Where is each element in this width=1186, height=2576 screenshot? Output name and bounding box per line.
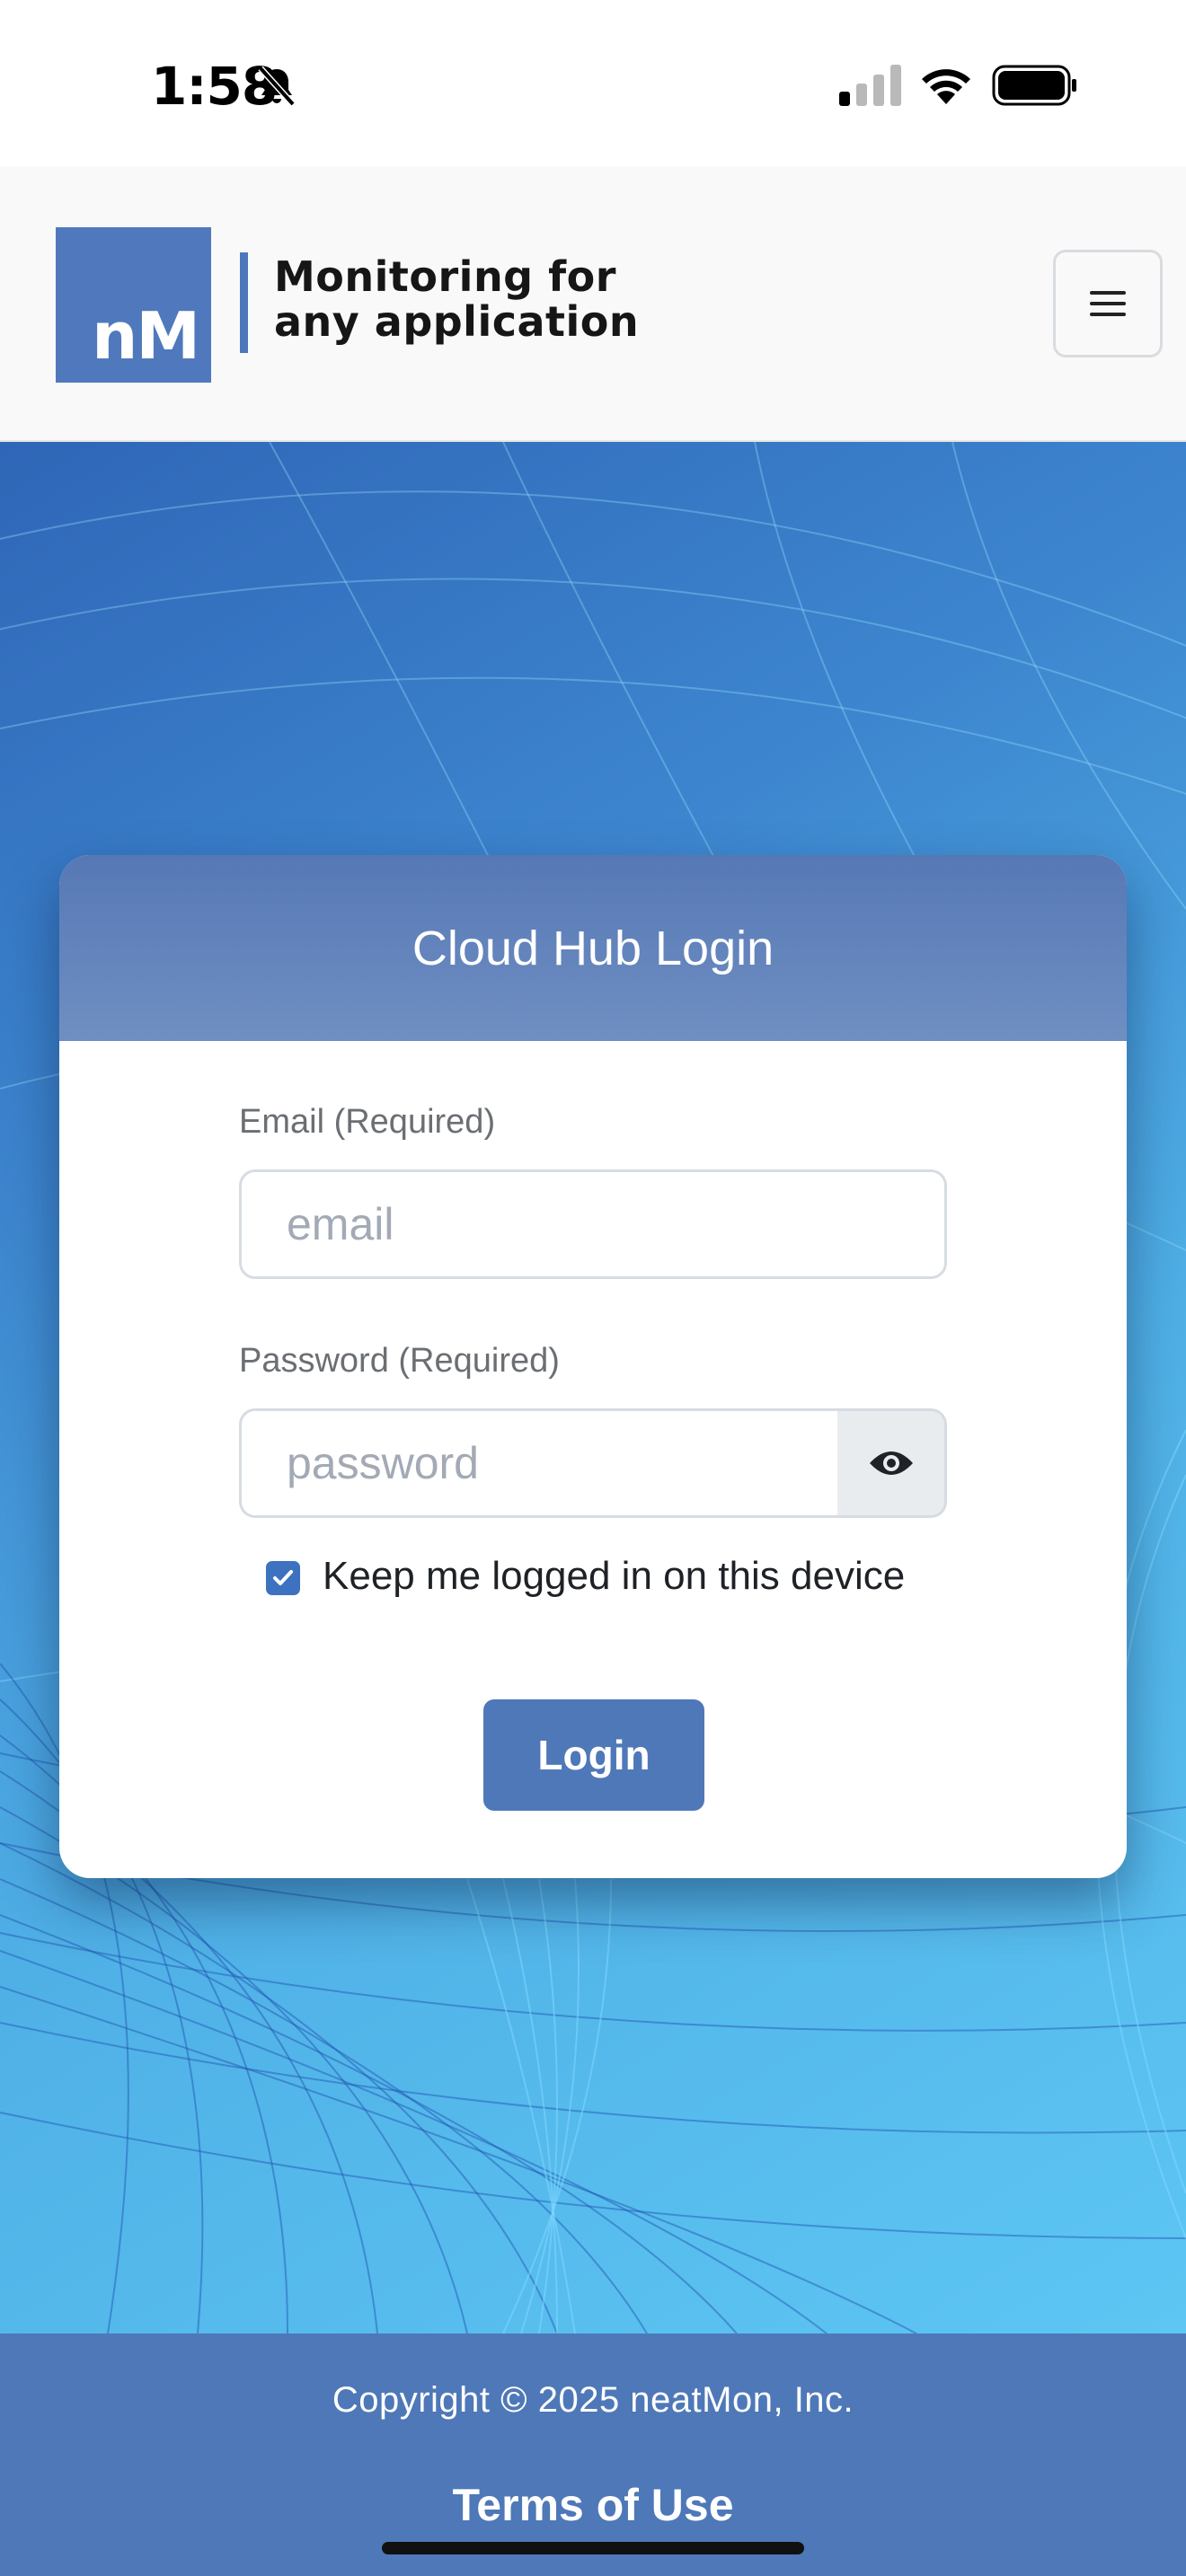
logo[interactable]: nM [56, 227, 211, 383]
checkmark-icon [273, 1570, 293, 1585]
login-card-header: Cloud Hub Login [59, 855, 1127, 1041]
login-title: Cloud Hub Login [412, 921, 774, 975]
site-footer: Copyright © 2025 neatMon, Inc. Terms of … [0, 2333, 1186, 2576]
terms-of-use-link[interactable]: Terms of Use [0, 2479, 1186, 2531]
status-bar: 1:58 [0, 0, 1186, 166]
cellular-signal-icon [839, 65, 901, 106]
copyright-text: Copyright © 2025 neatMon, Inc. [332, 2380, 854, 2420]
login-card: Cloud Hub Login Email (Required) Passwor… [59, 855, 1127, 1878]
logo-divider [240, 252, 248, 353]
email-label: Email (Required) [239, 1103, 496, 1141]
tagline-line-1: Monitoring for [274, 252, 616, 301]
email-field[interactable] [239, 1169, 947, 1279]
wifi-icon [922, 69, 970, 104]
tagline-line-2: any application [274, 297, 640, 346]
home-indicator[interactable] [382, 2542, 804, 2554]
logo-mark: nM [92, 298, 200, 374]
password-field[interactable] [239, 1408, 859, 1518]
password-label: Password (Required) [239, 1342, 560, 1380]
show-password-button[interactable] [837, 1408, 947, 1518]
battery-icon [992, 65, 1076, 106]
hamburger-menu-icon [1090, 291, 1126, 316]
logo-tagline: Monitoring for any application [274, 254, 639, 344]
bell-slash-icon [258, 66, 296, 107]
login-button[interactable]: Login [483, 1699, 704, 1811]
menu-toggle-button[interactable] [1053, 250, 1163, 357]
eye-icon [869, 1451, 913, 1475]
site-header: nM Monitoring for any application [0, 166, 1186, 442]
remember-me-checkbox[interactable] [266, 1561, 300, 1595]
remember-me-label[interactable]: Keep me logged in on this device [323, 1554, 905, 1599]
